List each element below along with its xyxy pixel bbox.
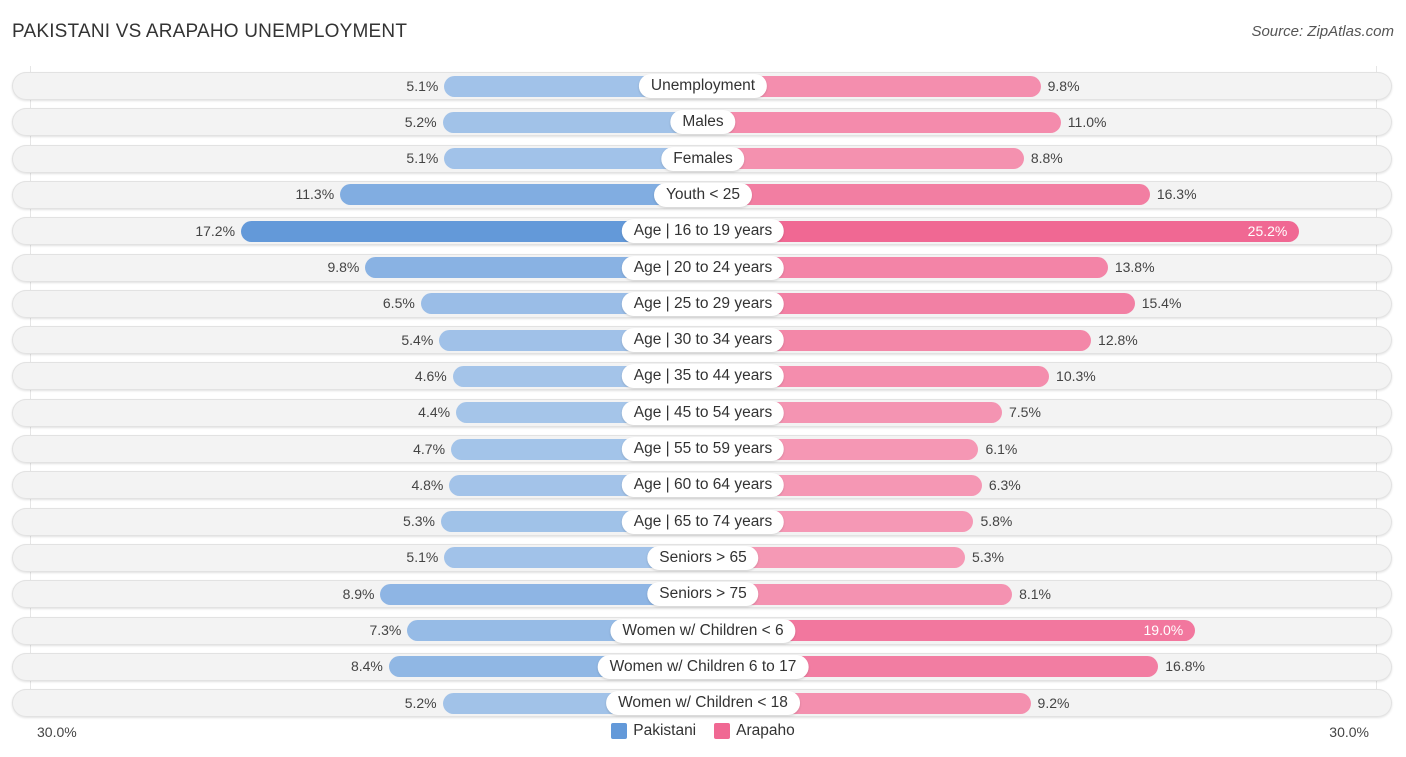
bar-pakistani[interactable] [442, 111, 703, 133]
value-label-pakistani: 5.2% [404, 113, 437, 130]
value-label-pakistani: 6.5% [382, 295, 415, 312]
chart-area: 5.1% 9.8% Unemployment 5.2% 11.0% Males 5.1% 8.… [0, 0, 1406, 757]
value-label-arapaho: 25.2% [1247, 222, 1288, 239]
value-label-pakistani: 8.4% [350, 658, 383, 675]
category-label: Males [670, 110, 736, 135]
value-label-arapaho: 19.0% [1143, 622, 1184, 638]
category-label: Women w/ Children 6 to 17 [597, 654, 809, 679]
value-label-pakistani: 5.1% [406, 549, 439, 566]
value-label-pakistani: 4.7% [413, 440, 446, 457]
value-label-arapaho: 5.3% [972, 549, 1004, 566]
legend-label-arapaho: Arapaho [736, 722, 795, 739]
value-label-arapaho: 9.8% [1047, 77, 1080, 94]
legend-swatch-arapaho [714, 723, 731, 739]
value-label-arapaho: 10.3% [1056, 367, 1096, 384]
value-label-arapaho: 6.3% [988, 476, 1021, 493]
bar-arapaho[interactable] [703, 184, 1150, 206]
value-label-arapaho: 6.1% [985, 440, 1018, 457]
value-label-arapaho: 11.0% [1067, 113, 1107, 130]
value-label-pakistani: 5.1% [406, 150, 439, 167]
category-label: Age | 16 to 19 years [621, 219, 785, 244]
value-label-pakistani: 5.3% [403, 513, 435, 530]
category-label: Age | 45 to 54 years [621, 400, 785, 425]
category-label: Age | 65 to 74 years [621, 509, 785, 534]
legend-swatch-pakistani [611, 723, 628, 739]
value-label-arapaho: 8.1% [1019, 585, 1051, 602]
category-label: Age | 20 to 24 years [621, 255, 785, 280]
value-label-pakistani: 11.3% [295, 186, 335, 203]
category-label: Youth < 25 [654, 182, 752, 207]
legend: Pakistani Arapaho [0, 722, 1406, 740]
value-label-pakistani: 7.3% [369, 622, 402, 638]
category-label: Women w/ Children < 6 [610, 618, 796, 643]
category-label: Unemployment [638, 74, 768, 98]
value-label-arapaho: 7.5% [1009, 404, 1041, 421]
legend-item-arapaho[interactable]: Arapaho [714, 722, 795, 740]
category-label: Women w/ Children < 18 [606, 691, 800, 716]
value-label-pakistani: 8.9% [342, 585, 375, 602]
category-label: Females [661, 146, 745, 171]
value-label-pakistani: 4.8% [411, 476, 444, 493]
legend-label-pakistani: Pakistani [633, 722, 697, 739]
value-label-arapaho: 16.8% [1165, 658, 1205, 675]
bar-arapaho[interactable] [703, 148, 1024, 170]
bar-arapaho[interactable] [703, 111, 1061, 133]
value-label-arapaho: 16.3% [1156, 186, 1197, 203]
legend-item-pakistani[interactable]: Pakistani [611, 722, 696, 740]
category-label: Age | 25 to 29 years [621, 291, 785, 316]
value-label-pakistani: 9.8% [327, 259, 360, 275]
value-label-pakistani: 5.1% [406, 77, 439, 94]
value-label-arapaho: 13.8% [1114, 259, 1155, 275]
value-label-arapaho: 8.8% [1030, 150, 1063, 167]
value-label-arapaho: 9.2% [1037, 694, 1070, 711]
value-label-arapaho: 15.4% [1141, 295, 1182, 312]
category-label: Age | 60 to 64 years [621, 473, 785, 498]
value-label-arapaho: 5.8% [980, 513, 1013, 530]
bar-pakistani[interactable] [340, 184, 703, 206]
category-label: Seniors > 75 [647, 582, 759, 607]
category-label: Age | 35 to 44 years [621, 364, 785, 389]
value-label-pakistani: 4.6% [414, 367, 447, 384]
value-label-arapaho: 12.8% [1098, 331, 1138, 348]
value-label-pakistani: 5.4% [401, 331, 434, 348]
value-label-pakistani: 5.2% [404, 694, 437, 711]
value-label-pakistani: 4.4% [418, 404, 451, 421]
value-label-pakistani: 17.2% [195, 222, 236, 239]
category-label: Seniors > 65 [647, 545, 759, 570]
category-label: Age | 30 to 34 years [621, 328, 785, 353]
bar-arapaho[interactable] [703, 220, 1300, 242]
category-label: Age | 55 to 59 years [621, 437, 785, 461]
